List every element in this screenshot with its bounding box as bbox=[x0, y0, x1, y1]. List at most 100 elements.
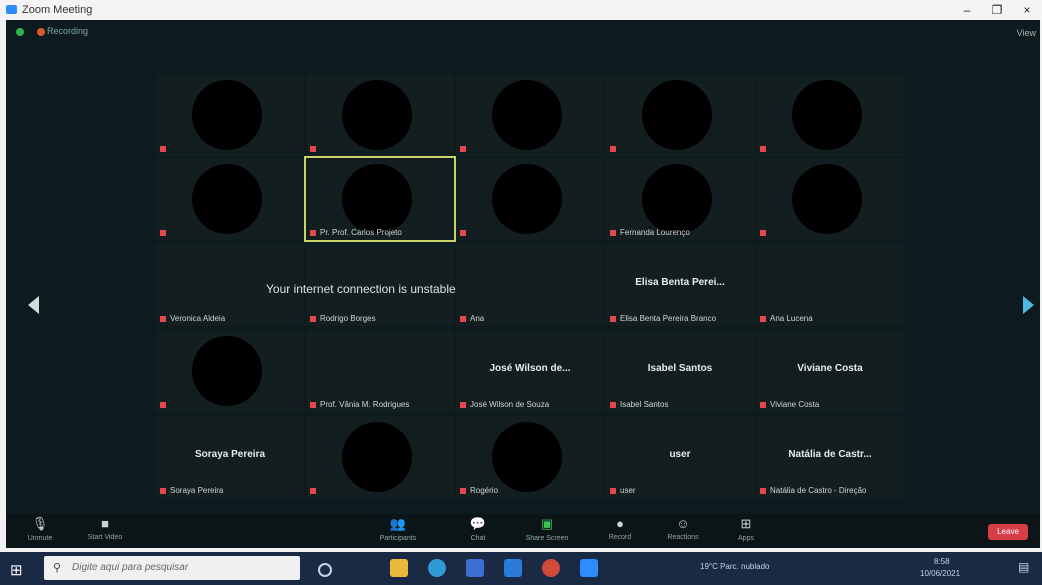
share-screen-button[interactable]: ▣ Share Screen bbox=[522, 516, 572, 542]
camera-icon: ■ bbox=[101, 516, 109, 531]
participant-label bbox=[310, 144, 320, 153]
participant-tile[interactable]: Fernanda Lourenço bbox=[606, 158, 754, 240]
participant-tile[interactable]: Isabel Santos Isabel Santos bbox=[606, 330, 754, 412]
participant-tile[interactable]: Rogério bbox=[456, 416, 604, 498]
participant-label bbox=[460, 228, 470, 237]
search-placeholder: Digite aqui para pesquisar bbox=[72, 562, 189, 573]
prev-page-arrow-icon[interactable] bbox=[28, 296, 39, 314]
participant-tile[interactable] bbox=[156, 158, 304, 240]
redacted-face bbox=[342, 422, 412, 492]
security-icon[interactable] bbox=[16, 27, 24, 36]
participant-label: Isabel Santos bbox=[610, 400, 668, 409]
taskbar-search-box[interactable]: ⚲ Digite aqui para pesquisar bbox=[44, 556, 300, 580]
clock-time[interactable]: 8:58 bbox=[934, 557, 950, 566]
participant-tile[interactable]: Ana bbox=[456, 244, 604, 326]
participant-tile[interactable] bbox=[606, 74, 754, 156]
participant-tile[interactable]: Elisa Benta Perei... Elisa Benta Pereira … bbox=[606, 244, 754, 326]
windows-start-icon[interactable]: ⊞ bbox=[10, 561, 23, 579]
recording-icon bbox=[36, 27, 45, 36]
participant-tile[interactable]: Prof. Vânia M. Rodrigues bbox=[306, 330, 454, 412]
participant-name: Soraya Pereira bbox=[194, 449, 266, 460]
redacted-face bbox=[192, 80, 262, 150]
file-explorer-icon[interactable] bbox=[390, 559, 408, 577]
redacted-face bbox=[342, 164, 412, 234]
participant-tile[interactable] bbox=[756, 74, 904, 156]
participant-tile[interactable]: Soraya Pereira Soraya Pereira bbox=[156, 416, 304, 498]
reactions-label: Reactions bbox=[667, 534, 699, 541]
chat-button[interactable]: 💬 Chat bbox=[460, 516, 496, 542]
participant-tile[interactable] bbox=[756, 158, 904, 240]
participant-name: Isabel Santos bbox=[647, 363, 713, 374]
participant-name: José Wilson de... bbox=[489, 363, 571, 374]
participant-tile[interactable] bbox=[156, 330, 304, 412]
edge-browser-icon[interactable] bbox=[428, 559, 446, 577]
participant-tile[interactable] bbox=[306, 74, 454, 156]
participant-tile[interactable] bbox=[156, 74, 304, 156]
participant-label: Ana Lucena bbox=[760, 314, 813, 323]
record-button[interactable]: ● Record bbox=[602, 516, 638, 541]
connection-warning: Your internet connection is unstable bbox=[266, 282, 456, 296]
redacted-face bbox=[492, 164, 562, 234]
meeting-info: Recording bbox=[16, 26, 88, 40]
participant-label bbox=[160, 400, 170, 409]
minimize-button[interactable]: – bbox=[956, 1, 978, 19]
participants-button[interactable]: 👥 Participants bbox=[368, 516, 428, 542]
store-icon[interactable] bbox=[466, 559, 484, 577]
participant-label bbox=[760, 228, 770, 237]
participant-tile[interactable]: user user bbox=[606, 416, 754, 498]
participant-label: Prof. Vânia M. Rodrigues bbox=[310, 400, 409, 409]
participant-label bbox=[610, 144, 620, 153]
participant-name: Elisa Benta Perei... bbox=[635, 277, 725, 288]
redacted-face bbox=[192, 164, 262, 234]
participant-label: Ana bbox=[460, 314, 484, 323]
participant-tile[interactable] bbox=[456, 74, 604, 156]
maximize-button[interactable]: ❐ bbox=[986, 1, 1008, 19]
mute-button[interactable]: 🎙 Unmute bbox=[20, 516, 60, 542]
participant-label: Soraya Pereira bbox=[160, 486, 223, 495]
close-button[interactable]: × bbox=[1016, 1, 1038, 19]
weather-widget[interactable]: 19°C Parc. nublado bbox=[700, 562, 769, 571]
next-page-arrow-icon[interactable] bbox=[1023, 296, 1034, 314]
mail-icon[interactable] bbox=[504, 559, 522, 577]
share-label: Share Screen bbox=[525, 535, 569, 542]
participant-tile[interactable]: Natália de Castr... Natália de Castro - D… bbox=[756, 416, 904, 498]
participant-label: Rogério bbox=[460, 486, 498, 495]
notifications-icon[interactable]: ▤ bbox=[1018, 560, 1029, 574]
participant-tile[interactable] bbox=[306, 416, 454, 498]
participant-label: José Wilson de Souza bbox=[460, 400, 549, 409]
chrome-icon[interactable] bbox=[542, 559, 560, 577]
participant-tile[interactable] bbox=[456, 158, 604, 240]
participant-label: Viviane Costa bbox=[760, 400, 819, 409]
participant-tile[interactable]: Viviane Costa Viviane Costa bbox=[756, 330, 904, 412]
apps-label: Apps bbox=[738, 535, 754, 542]
participant-tile[interactable]: Pr. Prof. Carlos Projeto bbox=[304, 156, 456, 242]
participant-tile[interactable]: Ana Lucena bbox=[756, 244, 904, 326]
redacted-face bbox=[642, 80, 712, 150]
chat-label: Chat bbox=[470, 535, 486, 542]
participant-label: Fernanda Lourenço bbox=[610, 228, 690, 237]
participant-label bbox=[460, 144, 470, 153]
reactions-button[interactable]: ☺ Reactions bbox=[660, 516, 706, 541]
video-button[interactable]: ■ Start Video bbox=[82, 516, 128, 541]
leave-button[interactable]: Leave bbox=[988, 524, 1028, 540]
participant-name: Viviane Costa bbox=[797, 363, 863, 374]
participant-name: user bbox=[669, 449, 691, 460]
view-button[interactable]: View bbox=[1017, 28, 1036, 38]
participant-name: Natália de Castr... bbox=[788, 449, 872, 460]
participant-label: user bbox=[610, 486, 636, 495]
apps-button[interactable]: ⊞ Apps bbox=[728, 516, 764, 542]
participant-tile[interactable]: José Wilson de... José Wilson de Souza bbox=[456, 330, 604, 412]
share-screen-icon: ▣ bbox=[540, 516, 554, 531]
video-label: Start Video bbox=[87, 534, 123, 541]
search-icon: ⚲ bbox=[53, 562, 62, 574]
clock-date[interactable]: 10/06/2021 bbox=[920, 569, 960, 578]
redacted-face bbox=[492, 80, 562, 150]
recording-status: Recording bbox=[47, 26, 89, 36]
task-view-icon[interactable] bbox=[318, 563, 332, 577]
zoom-taskbar-icon[interactable] bbox=[580, 559, 598, 577]
windows-taskbar: ⊞ ⚲ Digite aqui para pesquisar 19°C Parc… bbox=[0, 552, 1042, 585]
participant-label bbox=[160, 228, 170, 237]
redacted-face bbox=[342, 80, 412, 150]
meeting-controls: 🎙 Unmute ■ Start Video 👥 Participants 💬 … bbox=[6, 514, 1040, 548]
title-bar: Zoom Meeting – ❐ × bbox=[0, 0, 1042, 20]
